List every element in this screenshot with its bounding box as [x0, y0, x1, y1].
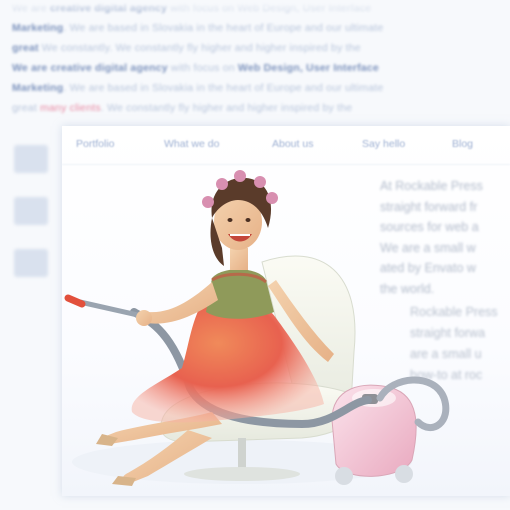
background-text-segment: with focus on	[167, 62, 238, 74]
nav-item-blog[interactable]: Blog	[452, 138, 473, 150]
nav-item-what-we-do[interactable]: What we do	[164, 138, 219, 150]
woman-with-vacuum-illustration	[64, 170, 450, 486]
background-text-segment: creative digital agency	[50, 62, 168, 74]
background-text-line: We are creative digital agency with focu…	[12, 62, 379, 74]
background-text-segment: great	[12, 102, 41, 114]
nav-item-portfolio[interactable]: Portfolio	[76, 138, 115, 150]
background-text-line: great We constantly. We constantly fly h…	[12, 42, 361, 54]
background-text-segment: Web Design, User Interface	[237, 62, 379, 74]
background-text-segment: . We are based in Slovakia in the heart …	[63, 22, 384, 34]
nav-item-about-us[interactable]: About us	[272, 138, 313, 150]
sidebar-square[interactable]	[14, 249, 48, 277]
background-text-segment: Marketing	[12, 82, 64, 94]
nav-item-say-hello[interactable]: Say hello	[362, 138, 405, 150]
top-navigation: Portfolio What we do About us Say hello …	[62, 126, 510, 165]
background-text-segment: We are	[12, 62, 51, 74]
background-text-segment: . We constantly fly higher and higher in…	[100, 102, 353, 114]
left-sidebar-placeholders	[14, 145, 48, 301]
main-panel: Portfolio What we do About us Say hello …	[62, 126, 510, 496]
background-text-block: We are creative digital agency with focu…	[0, 0, 510, 135]
sidebar-square[interactable]	[14, 197, 48, 225]
background-text-line: great many clients. We constantly fly hi…	[12, 102, 352, 114]
background-text-segment: great	[12, 42, 39, 54]
background-text-line: Marketing. We are based in Slovakia in t…	[12, 22, 383, 34]
sidebar-square[interactable]	[14, 145, 48, 173]
background-text-segment: many clients	[40, 102, 101, 114]
background-text-segment: We constantly. We constantly fly higher …	[38, 42, 361, 54]
background-text-segment: . We are based in Slovakia in the heart …	[63, 82, 384, 94]
top-fade	[0, 0, 510, 18]
background-text-line: Marketing. We are based in Slovakia in t…	[12, 82, 383, 94]
background-text-segment: Marketing	[12, 22, 64, 34]
